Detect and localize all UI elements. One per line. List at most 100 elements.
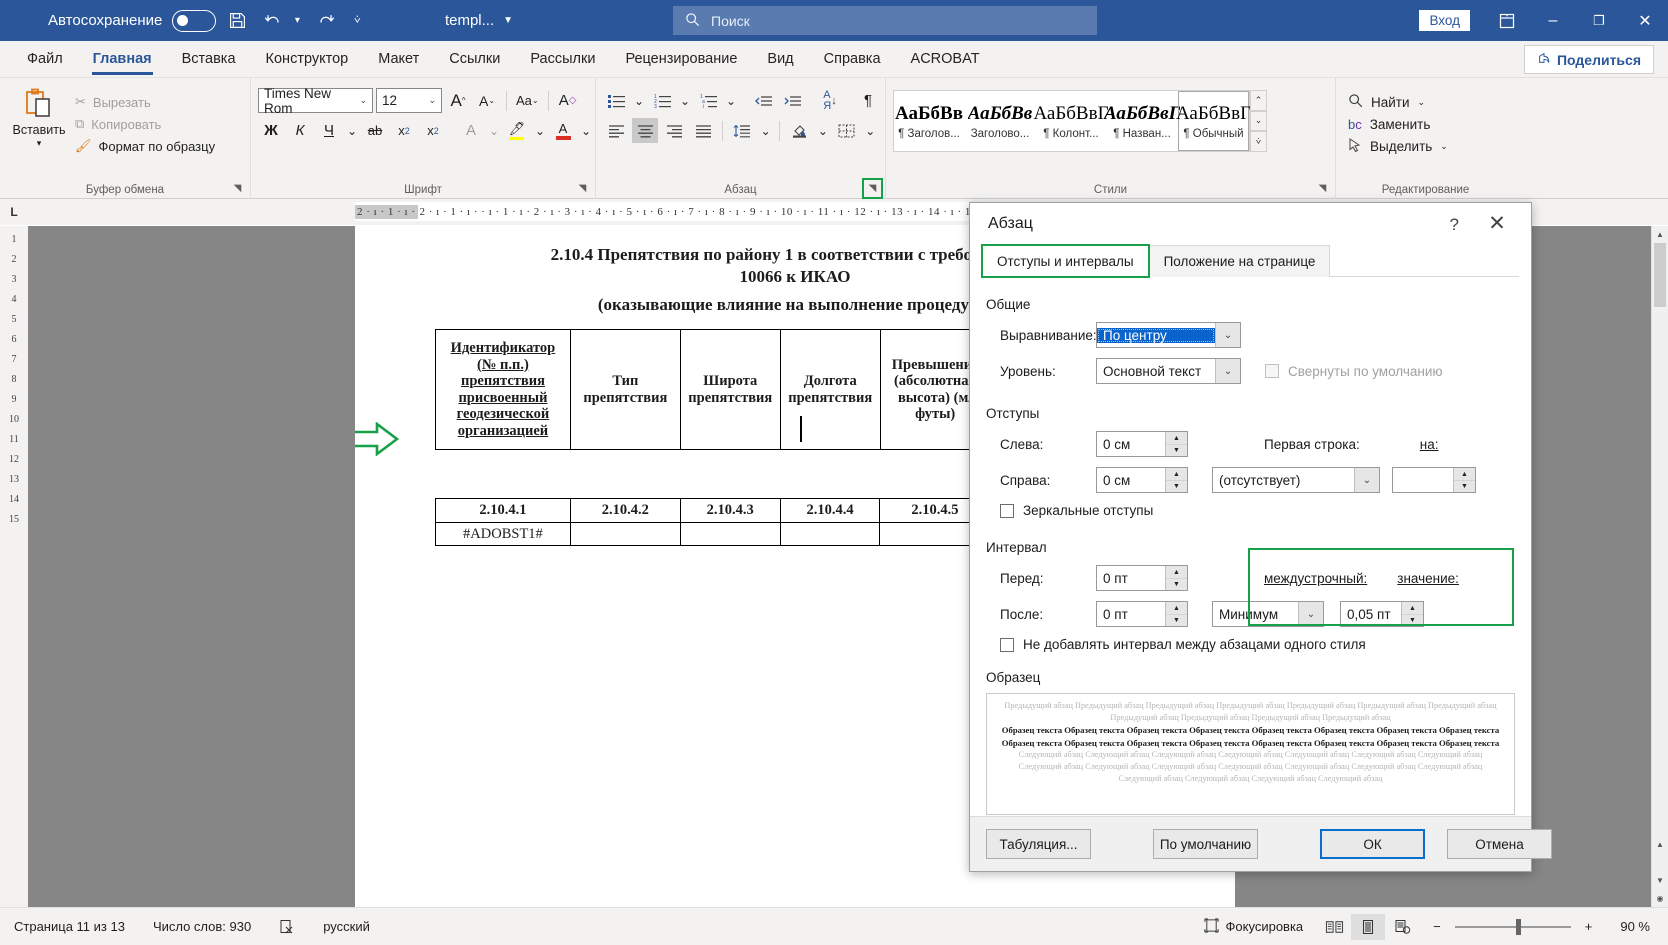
ribbon-tab-home[interactable]: Главная <box>80 44 165 74</box>
chevron-down-icon[interactable]: ⌄ <box>1354 468 1379 492</box>
ribbon-tab-acrobat[interactable]: ACROBAT <box>898 44 993 74</box>
cut-button[interactable]: ✂ Вырезать <box>75 94 215 110</box>
bold-button[interactable]: Ж <box>258 118 284 143</box>
zoom-slider-thumb[interactable] <box>1516 919 1521 935</box>
sign-in-button[interactable]: Вход <box>1419 10 1470 31</box>
replace-button[interactable]: bc Заменить <box>1343 114 1508 135</box>
set-as-default-button[interactable]: По умолчанию <box>1153 829 1258 859</box>
font-size-combo[interactable]: 12 ⌄ <box>376 88 442 113</box>
subscript-button[interactable]: x2 <box>391 118 417 143</box>
zoom-out-button[interactable]: − <box>1419 919 1445 934</box>
ribbon-tab-view[interactable]: Вид <box>754 44 806 74</box>
clear-formatting-icon[interactable]: A◇ <box>555 88 581 113</box>
font-dialog-launcher[interactable]: ◥ <box>574 180 591 197</box>
search-box[interactable]: Поиск <box>673 6 1097 35</box>
mirror-indents-checkbox[interactable]: Зеркальные отступы <box>1000 503 1153 518</box>
spinner-up-icon[interactable]: ▲ <box>1166 602 1187 614</box>
outline-level-combo[interactable]: Основной текст ⌄ <box>1096 358 1241 384</box>
change-case-icon[interactable]: Aa⌄ <box>513 88 542 113</box>
borders-icon[interactable] <box>834 118 860 143</box>
paste-button[interactable]: Вставить ▾ <box>7 88 71 154</box>
shrink-font-icon[interactable]: A⌄ <box>474 88 500 113</box>
decrease-indent-icon[interactable] <box>750 88 776 113</box>
close-icon[interactable]: ✕ <box>1622 0 1668 41</box>
ribbon-tab-layout[interactable]: Макет <box>365 44 432 74</box>
strikethrough-button[interactable]: ab <box>362 118 388 143</box>
cancel-button[interactable]: Отмена <box>1447 829 1552 859</box>
styles-dialog-launcher[interactable]: ◥ <box>1314 180 1331 197</box>
spinner-arrows[interactable]: ▲ ▼ <box>1165 602 1187 626</box>
restore-icon[interactable]: ❐ <box>1576 0 1622 41</box>
special-indent-combo[interactable]: (отсутствует) ⌄ <box>1212 467 1380 493</box>
close-icon[interactable]: ✕ <box>1479 211 1515 236</box>
help-icon[interactable]: ? <box>1450 215 1459 235</box>
save-icon[interactable] <box>222 6 252 36</box>
chevron-down-icon[interactable]: ⌄ <box>1215 323 1240 347</box>
styles-scrollbar[interactable]: ⌃ ⌄ ⩒ <box>1250 90 1267 152</box>
chevron-down-icon[interactable]: ▼ <box>503 15 513 26</box>
style-item[interactable]: АаБбВв ¶ Заголов... <box>894 91 965 151</box>
paragraph-dialog[interactable]: Абзац ? ✕ Отступы и интервалы Положение … <box>969 202 1532 872</box>
next-page-button[interactable]: ▼ <box>1652 871 1668 889</box>
spinner-down-icon[interactable]: ▼ <box>1166 480 1187 492</box>
increase-indent-icon[interactable] <box>779 88 805 113</box>
align-center-icon[interactable] <box>632 118 658 143</box>
chevron-down-icon[interactable]: ▾ <box>37 138 42 149</box>
web-layout-icon[interactable] <box>1385 914 1419 940</box>
zoom-in-button[interactable]: + <box>1581 919 1607 934</box>
tab-stop-icon[interactable]: L <box>0 205 28 219</box>
chevron-down-icon[interactable]: ⌄ <box>632 88 646 113</box>
styles-scroll-up-icon[interactable]: ⌃ <box>1250 90 1267 111</box>
style-item[interactable]: АаБбВвГ ¶ Назван... <box>1107 91 1178 151</box>
format-painter-button[interactable]: 🖌 Формат по образцу <box>75 138 215 154</box>
chevron-down-icon[interactable]: ⌄ <box>863 118 878 143</box>
paragraph-dialog-launcher[interactable]: ◥ <box>864 180 881 197</box>
share-button[interactable]: Поделиться <box>1524 45 1654 74</box>
select-browse-object-icon[interactable]: ◉ <box>1652 889 1668 907</box>
tabs-button[interactable]: Табуляция... <box>986 829 1091 859</box>
grow-font-icon[interactable]: A^ <box>445 88 471 113</box>
align-left-icon[interactable] <box>603 118 629 143</box>
spacing-after-spinner[interactable]: 0 пт ▲ ▼ <box>1096 601 1188 627</box>
page-indicator[interactable]: Страница 11 из 13 <box>0 919 139 934</box>
indent-right-spinner[interactable]: 0 см ▲ ▼ <box>1096 467 1188 493</box>
zoom-level[interactable]: 90 % <box>1606 919 1668 934</box>
select-button[interactable]: Выделить ⌄ <box>1343 135 1508 158</box>
ribbon-tab-design[interactable]: Конструктор <box>253 44 362 74</box>
spinner-down-icon[interactable]: ▼ <box>1454 480 1475 492</box>
indent-left-spinner[interactable]: 0 см ▲ ▼ <box>1096 431 1188 457</box>
spinner-down-icon[interactable]: ▼ <box>1166 444 1187 456</box>
chevron-down-icon[interactable]: ⌄ <box>678 88 692 113</box>
minimize-icon[interactable]: – <box>1530 0 1576 41</box>
ribbon-display-options-icon[interactable] <box>1484 0 1530 41</box>
proofing-errors-icon[interactable] <box>265 919 309 935</box>
print-layout-icon[interactable] <box>1351 914 1385 940</box>
indent-by-spinner[interactable]: ▲ ▼ <box>1392 467 1476 493</box>
chevron-down-icon[interactable]: ⌄ <box>724 88 738 113</box>
highlight-color-button[interactable]: 🖊 <box>504 118 530 143</box>
spinner-up-icon[interactable]: ▲ <box>1454 468 1475 480</box>
font-family-combo[interactable]: Times New Rom ⌄ <box>258 88 373 113</box>
line-spacing-icon[interactable] <box>729 118 755 143</box>
ribbon-tab-mailings[interactable]: Рассылки <box>517 44 608 74</box>
text-effects-button[interactable]: A <box>458 118 484 143</box>
spinner-down-icon[interactable]: ▼ <box>1166 578 1187 590</box>
ribbon-tab-insert[interactable]: Вставка <box>169 44 249 74</box>
copy-button[interactable]: ⧉ Копировать <box>75 116 215 132</box>
chevron-down-icon[interactable]: ⌄ <box>1418 97 1426 108</box>
spinner-arrows[interactable]: ▲ ▼ <box>1453 468 1475 492</box>
alignment-combo[interactable]: По центру ⌄ <box>1096 322 1241 348</box>
language-indicator[interactable]: русский <box>309 919 384 934</box>
ribbon-tab-help[interactable]: Справка <box>811 44 894 74</box>
chevron-down-icon[interactable]: ⌄ <box>579 118 593 143</box>
spinner-up-icon[interactable]: ▲ <box>1166 566 1187 578</box>
chevron-down-icon[interactable]: ⌄ <box>425 95 439 106</box>
spinner-arrows[interactable]: ▲ ▼ <box>1165 432 1187 456</box>
ok-button[interactable]: ОК <box>1320 829 1425 859</box>
collapsed-by-default-checkbox[interactable]: Свернуты по умолчанию <box>1265 364 1443 379</box>
spinner-down-icon[interactable]: ▼ <box>1166 614 1187 626</box>
justify-icon[interactable] <box>690 118 716 143</box>
style-item[interactable]: АаБбВвГ ¶ Колонт... <box>1036 91 1107 151</box>
styles-scroll-down-icon[interactable]: ⌄ <box>1250 111 1267 132</box>
font-color-button[interactable]: A <box>550 118 576 143</box>
